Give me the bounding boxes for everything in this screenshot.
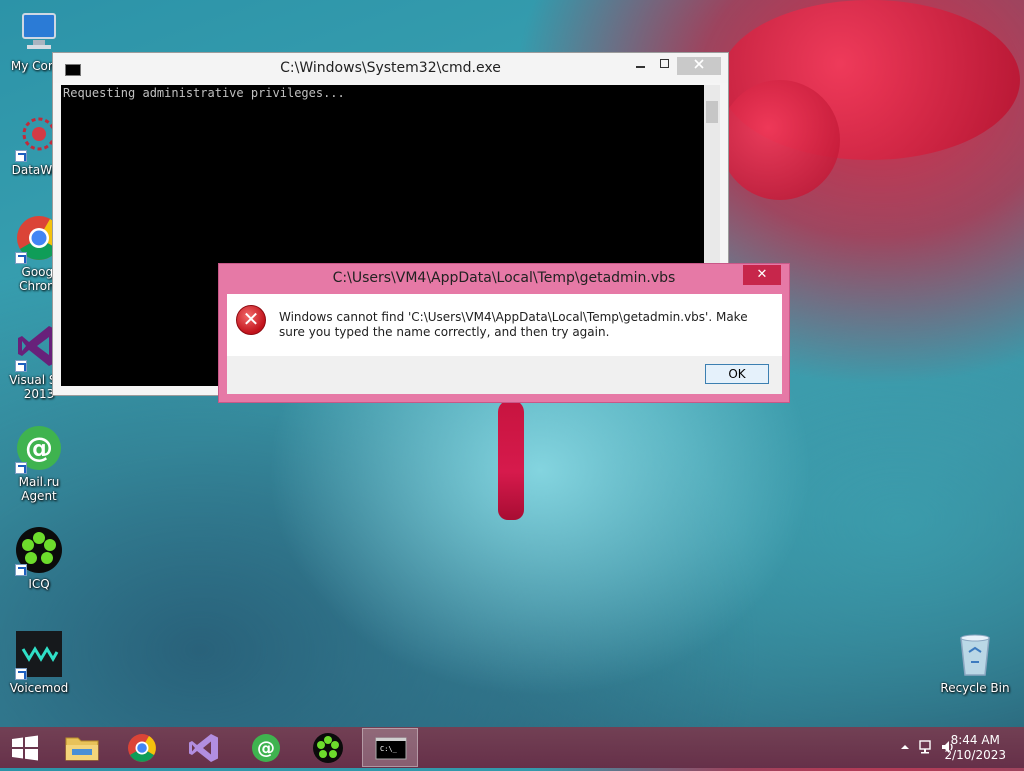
shortcut-arrow-icon (15, 150, 27, 162)
taskbar-chrome[interactable] (114, 728, 170, 767)
start-button[interactable] (0, 728, 50, 767)
taskbar-mailru-agent[interactable]: @ (238, 728, 294, 767)
network-icon[interactable] (918, 739, 934, 755)
maximize-button[interactable] (653, 57, 677, 75)
error-dialog-title: C:\Users\VM4\AppData\Local\Temp\getadmin… (332, 270, 676, 286)
svg-text:@: @ (257, 738, 275, 759)
desktop-icon-label: Mail.ru Agent (18, 475, 60, 503)
shortcut-arrow-icon (15, 668, 27, 680)
scrollbar-thumb[interactable] (706, 101, 718, 123)
icq-icon (313, 733, 343, 763)
minimize-button[interactable] (629, 57, 653, 75)
taskbar-cmd[interactable]: C:\_ (362, 728, 418, 767)
desktop-icon-label: Voicemod (9, 681, 69, 695)
desktop-icon-voicemod[interactable]: Voicemod (0, 630, 78, 695)
show-hidden-icons-chevron-icon[interactable] (900, 741, 910, 751)
cmd-window-title: C:\Windows\System32\cmd.exe (280, 60, 501, 76)
flower-stem (498, 400, 524, 520)
console-output-line: Requesting administrative privileges... (63, 86, 345, 100)
svg-text:@: @ (25, 431, 53, 464)
recycle-bin-icon (951, 630, 999, 678)
desktop-icon-icq[interactable]: ICQ (0, 526, 78, 591)
error-dialog-footer: OK (227, 356, 782, 394)
close-icon (694, 59, 704, 69)
desktop-icon-label: ICQ (28, 577, 50, 591)
flower-petal (720, 80, 840, 200)
shortcut-arrow-icon (15, 462, 27, 474)
desktop-icon-label: Recycle Bin (940, 681, 1010, 695)
voicemod-icon (15, 630, 63, 680)
taskbar-file-explorer[interactable] (54, 728, 110, 767)
visual-studio-icon (189, 734, 218, 762)
minimize-icon (636, 66, 645, 68)
shortcut-arrow-icon (15, 360, 27, 372)
taskbar-icq[interactable] (300, 728, 356, 767)
close-button[interactable] (677, 57, 721, 75)
mailru-agent-icon: @ (15, 424, 63, 474)
system-tray: 8:44 AM 2/10/2023 (864, 727, 1024, 768)
clock-time: 8:44 AM (950, 733, 1000, 747)
windows-logo-icon (12, 735, 38, 761)
chrome-icon (128, 734, 156, 762)
icq-icon (15, 526, 63, 576)
desktop-icon-mailru-agent[interactable]: @ Mail.ru Agent (0, 424, 78, 503)
svg-text:C:\_: C:\_ (380, 745, 398, 753)
taskbar-visual-studio[interactable] (176, 728, 232, 767)
maximize-icon (660, 59, 669, 68)
error-dialog-body: ✕ Windows cannot find 'C:\Users\VM4\AppD… (227, 294, 782, 356)
error-dialog-close-button[interactable]: ✕ (743, 265, 781, 285)
error-message: Windows cannot find 'C:\Users\VM4\AppDat… (279, 310, 748, 339)
clock-date: 2/10/2023 (944, 748, 1006, 762)
error-dialog[interactable]: C:\Users\VM4\AppData\Local\Temp\getadmin… (218, 263, 790, 403)
close-icon: ✕ (756, 267, 768, 282)
computer-icon (15, 8, 63, 56)
taskbar: @ C:\_ 8:44 AM 2/10/2023 (0, 727, 1024, 768)
shortcut-arrow-icon (15, 252, 27, 264)
cmd-icon: C:\_ (375, 737, 407, 760)
desktop-icon-recycle-bin[interactable]: Recycle Bin (936, 630, 1014, 695)
ok-button[interactable]: OK (705, 364, 769, 384)
shortcut-arrow-icon (15, 564, 27, 576)
folder-icon (65, 737, 99, 761)
mailru-agent-icon: @ (252, 734, 280, 762)
error-icon: ✕ (236, 305, 266, 335)
cmd-titlebar[interactable]: C:\Windows\System32\cmd.exe (53, 53, 728, 83)
taskbar-clock[interactable]: 8:44 AM 2/10/2023 (944, 733, 1006, 763)
